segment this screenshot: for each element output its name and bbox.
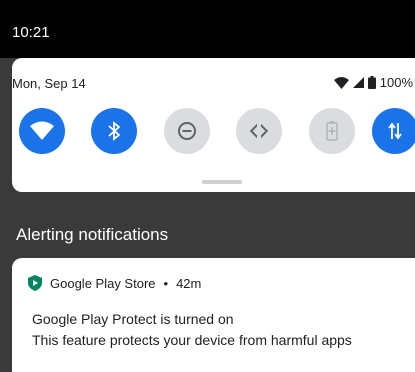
notification-app-name: Google Play Store bbox=[50, 275, 156, 291]
notification-header: Google Play Store • 42m bbox=[28, 275, 201, 291]
mobile-data-tile[interactable] bbox=[372, 108, 415, 154]
wifi-tile[interactable] bbox=[19, 108, 65, 154]
battery-saver-icon bbox=[326, 121, 338, 141]
notification-title: Google Play Protect is turned on bbox=[32, 311, 234, 327]
bluetooth-tile[interactable] bbox=[91, 108, 137, 154]
alerting-notifications-header: Alerting notifications bbox=[16, 225, 169, 244]
do-not-disturb-icon bbox=[178, 122, 196, 140]
wifi-icon bbox=[30, 121, 54, 140]
auto-rotate-tile[interactable] bbox=[236, 108, 282, 154]
panel-drag-handle[interactable] bbox=[202, 180, 242, 184]
quick-settings-panel: Mon, Sep 14 100% bbox=[12, 58, 415, 192]
battery-percent: 100% bbox=[379, 75, 413, 90]
notification-time: 42m bbox=[176, 275, 202, 291]
notification-text: This feature protects your device from h… bbox=[32, 332, 352, 348]
do-not-disturb-tile[interactable] bbox=[164, 108, 210, 154]
system-status-icons: 100% bbox=[333, 75, 413, 90]
status-bar: 10:21 bbox=[0, 0, 415, 58]
bluetooth-icon bbox=[108, 121, 121, 141]
battery-saver-tile[interactable] bbox=[309, 108, 355, 154]
cellular-signal-icon bbox=[352, 77, 364, 88]
notification-separator: • bbox=[163, 275, 169, 291]
date-label: Mon, Sep 14 bbox=[12, 76, 86, 91]
notification-card[interactable]: Google Play Store • 42m Google Play Prot… bbox=[12, 258, 415, 372]
play-protect-icon bbox=[28, 275, 42, 291]
battery-icon bbox=[367, 76, 376, 89]
quick-settings-tiles bbox=[19, 108, 415, 158]
clock: 10:21 bbox=[12, 24, 50, 41]
mobile-data-icon bbox=[388, 122, 402, 140]
wifi-signal-icon bbox=[333, 76, 349, 89]
auto-rotate-icon bbox=[249, 121, 269, 141]
